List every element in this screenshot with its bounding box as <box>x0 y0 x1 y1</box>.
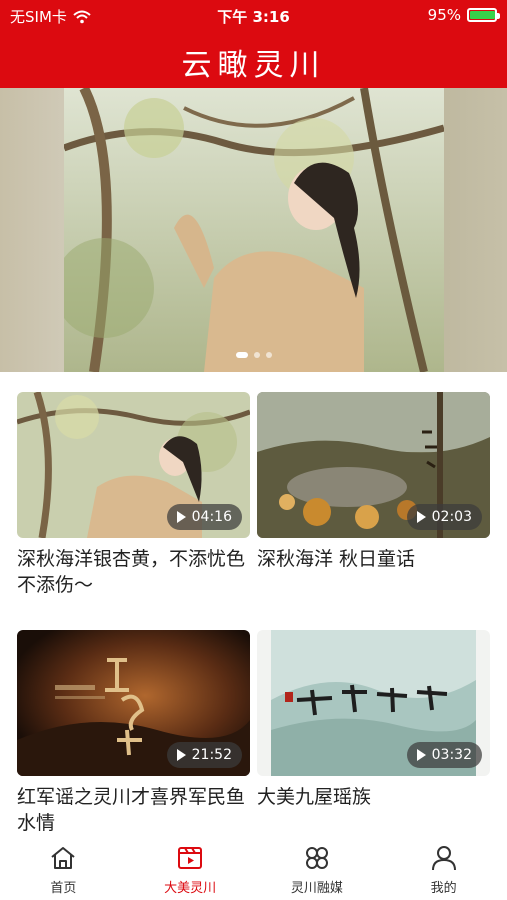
battery-icon <box>467 8 500 22</box>
duration-badge: 21:52 <box>166 742 242 768</box>
tab-label: 我的 <box>430 881 457 896</box>
play-icon <box>176 749 186 761</box>
tab-dameilingchuan[interactable]: 大美灵川 <box>127 838 254 900</box>
app-header: 无SIM卡 下午 3:16 95% 云瞰灵川 <box>0 0 507 88</box>
video-card[interactable]: 03:32 大美九屋瑶族 <box>257 630 490 810</box>
duration-text: 02:03 <box>431 509 472 525</box>
video-card[interactable]: 04:16 深秋海洋银杏黄，不添忧色不添伤～ <box>17 392 250 598</box>
banner-carousel[interactable] <box>0 88 507 372</box>
duration-badge: 02:03 <box>406 504 482 530</box>
carousel-indicator <box>0 352 507 358</box>
tab-label: 大美灵川 <box>164 881 217 896</box>
video-thumbnail[interactable]: 02:03 <box>257 392 490 538</box>
carousel-dot[interactable] <box>235 352 248 358</box>
carousel-dot[interactable] <box>253 352 260 358</box>
video-title[interactable]: 深秋海洋 秋日童话 <box>257 546 490 572</box>
tab-label: 灵川融媒 <box>290 881 343 896</box>
video-thumbnail[interactable]: 21:52 <box>17 630 250 776</box>
play-icon <box>416 511 426 523</box>
tab-mine[interactable]: 我的 <box>380 838 507 900</box>
video-thumbnail[interactable]: 03:32 <box>257 630 490 776</box>
tab-label: 首页 <box>50 881 77 896</box>
video-thumbnail[interactable]: 04:16 <box>17 392 250 538</box>
video-icon <box>178 847 203 869</box>
play-icon <box>176 511 186 523</box>
tab-home[interactable]: 首页 <box>0 838 127 900</box>
grid-icon <box>305 847 328 869</box>
video-card[interactable]: 21:52 红军谣之灵川才喜界军民鱼水情 <box>17 630 250 836</box>
banner-image[interactable] <box>64 88 444 372</box>
duration-badge: 03:32 <box>406 742 482 768</box>
battery-percent: 95% <box>427 6 461 24</box>
duration-text: 04:16 <box>191 509 232 525</box>
tab-lingchuanrongmei[interactable]: 灵川融媒 <box>254 838 381 900</box>
video-title[interactable]: 红军谣之灵川才喜界军民鱼水情 <box>17 784 250 836</box>
page-title: 云瞰灵川 <box>181 48 326 83</box>
user-icon <box>431 846 456 871</box>
video-card[interactable]: 02:03 深秋海洋 秋日童话 <box>257 392 490 572</box>
bottom-tab-bar: 首页 大美灵川 灵川融媒 我的 <box>0 838 507 900</box>
carousel-dot[interactable] <box>265 352 272 358</box>
play-icon <box>416 749 426 761</box>
duration-text: 03:32 <box>431 747 472 763</box>
duration-badge: 04:16 <box>166 504 242 530</box>
status-bar: 无SIM卡 下午 3:16 95% <box>0 0 507 30</box>
duration-text: 21:52 <box>191 747 232 763</box>
home-icon <box>51 847 76 869</box>
video-title[interactable]: 深秋海洋银杏黄，不添忧色不添伤～ <box>17 546 250 598</box>
video-title[interactable]: 大美九屋瑶族 <box>257 784 490 810</box>
